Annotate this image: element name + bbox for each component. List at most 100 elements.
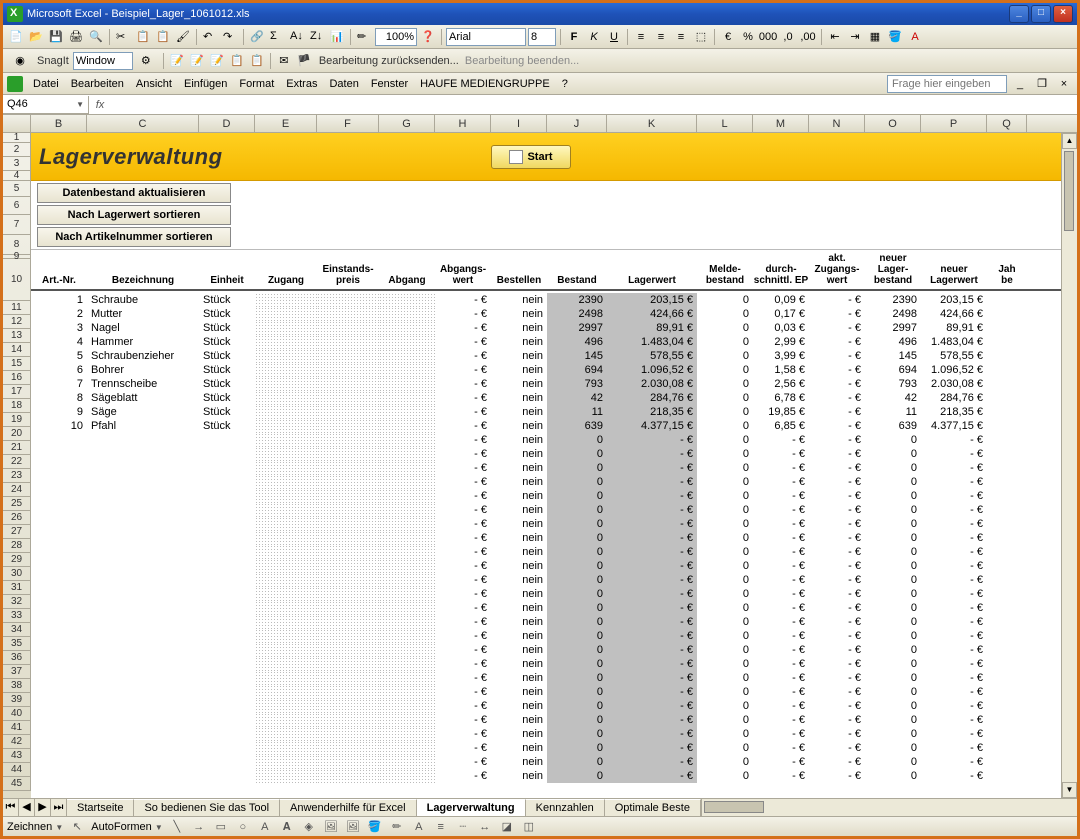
cell[interactable]: nein	[491, 587, 547, 601]
cell[interactable]	[987, 573, 1027, 587]
cell[interactable]: 203,15 €	[921, 293, 987, 307]
undo-icon[interactable]: ↶	[201, 28, 219, 46]
review-icon-2[interactable]: 📝	[188, 52, 206, 70]
review-icon-5[interactable]: 📋	[248, 52, 266, 70]
cell[interactable]: 42	[547, 391, 607, 405]
align-left-icon[interactable]: ≡	[632, 28, 650, 46]
cell[interactable]: nein	[491, 307, 547, 321]
cell[interactable]	[31, 629, 87, 643]
cell[interactable]: - €	[435, 685, 491, 699]
cell[interactable]: - €	[809, 587, 865, 601]
cell[interactable]	[199, 545, 255, 559]
oval-icon[interactable]: ○	[235, 819, 251, 835]
cell[interactable]: 0	[865, 755, 921, 769]
open-icon[interactable]: 📂	[27, 28, 45, 46]
cell[interactable]: - €	[921, 601, 987, 615]
cell[interactable]: nein	[491, 741, 547, 755]
cell[interactable]	[987, 433, 1027, 447]
cell[interactable]: - €	[607, 615, 697, 629]
cell[interactable]: - €	[809, 489, 865, 503]
cell[interactable]: 1.483,04 €	[921, 335, 987, 349]
cell[interactable]: - €	[607, 699, 697, 713]
cell[interactable]: nein	[491, 601, 547, 615]
cell[interactable]: - €	[753, 475, 809, 489]
cell[interactable]: nein	[491, 489, 547, 503]
cell[interactable]	[317, 559, 379, 573]
cell[interactable]: - €	[435, 335, 491, 349]
cell[interactable]	[87, 461, 199, 475]
cell[interactable]	[255, 699, 317, 713]
cell[interactable]: nein	[491, 559, 547, 573]
cell[interactable]	[31, 755, 87, 769]
cell[interactable]: - €	[921, 447, 987, 461]
row-header-12[interactable]: 12	[3, 315, 31, 329]
cell[interactable]	[317, 531, 379, 545]
cell[interactable]	[87, 447, 199, 461]
ask-question-input[interactable]	[887, 75, 1007, 93]
row-header-29[interactable]: 29	[3, 553, 31, 567]
cell[interactable]	[255, 755, 317, 769]
cell[interactable]: 0	[697, 461, 753, 475]
cell[interactable]: 1.096,52 €	[607, 363, 697, 377]
cell[interactable]: 0,09 €	[753, 293, 809, 307]
cell[interactable]	[31, 489, 87, 503]
cell[interactable]: - €	[809, 461, 865, 475]
cell[interactable]	[317, 755, 379, 769]
cell[interactable]: nein	[491, 321, 547, 335]
font-color-draw-icon[interactable]: A	[411, 819, 427, 835]
cell[interactable]	[255, 559, 317, 573]
cell[interactable]	[87, 601, 199, 615]
cell[interactable]	[987, 671, 1027, 685]
cell[interactable]: 639	[865, 419, 921, 433]
sheet-tab-0[interactable]: Startseite	[67, 799, 134, 816]
fx-button[interactable]: fx	[89, 99, 111, 111]
cell[interactable]	[317, 657, 379, 671]
cell[interactable]: 4	[31, 335, 87, 349]
cell[interactable]: 284,76 €	[921, 391, 987, 405]
cell[interactable]	[987, 419, 1027, 433]
sheet-tab-3[interactable]: Lagerverwaltung	[417, 799, 526, 816]
cell[interactable]: - €	[809, 321, 865, 335]
col-header-J[interactable]: J	[547, 115, 607, 132]
thousands-icon[interactable]: 000	[759, 28, 777, 46]
cell[interactable]: - €	[921, 489, 987, 503]
cell[interactable]: - €	[607, 713, 697, 727]
row-header-13[interactable]: 13	[3, 329, 31, 343]
cell[interactable]	[31, 727, 87, 741]
cell[interactable]	[379, 741, 435, 755]
cell[interactable]: 0	[697, 489, 753, 503]
cell[interactable]: 0	[547, 699, 607, 713]
cell[interactable]: 496	[865, 335, 921, 349]
cell[interactable]	[31, 587, 87, 601]
hyperlink-icon[interactable]: 🔗	[248, 28, 266, 46]
chart-icon[interactable]: 📊	[328, 28, 346, 46]
menu-?[interactable]: ?	[556, 75, 574, 93]
cell[interactable]	[87, 671, 199, 685]
cell[interactable]	[987, 629, 1027, 643]
diagram-icon[interactable]: ◈	[301, 819, 317, 835]
table-row[interactable]: 7TrennscheibeStück- €nein7932.030,08 €02…	[31, 377, 1061, 391]
cell[interactable]	[317, 489, 379, 503]
edit-end-label[interactable]: Bearbeitung beenden...	[465, 55, 579, 67]
cell[interactable]	[317, 363, 379, 377]
cell[interactable]: - €	[809, 377, 865, 391]
cell[interactable]: 0	[697, 517, 753, 531]
select-all-corner[interactable]	[3, 115, 31, 132]
textbox-icon[interactable]: A	[257, 819, 273, 835]
cell[interactable]: 694	[547, 363, 607, 377]
cell[interactable]	[987, 741, 1027, 755]
cell[interactable]: - €	[435, 559, 491, 573]
cell[interactable]	[987, 363, 1027, 377]
align-right-icon[interactable]: ≡	[672, 28, 690, 46]
row-header-11[interactable]: 11	[3, 301, 31, 315]
cell[interactable]	[317, 769, 379, 783]
cell[interactable]	[255, 489, 317, 503]
cell[interactable]	[379, 657, 435, 671]
cell[interactable]: nein	[491, 349, 547, 363]
cell[interactable]: - €	[753, 461, 809, 475]
cell[interactable]: - €	[809, 475, 865, 489]
cell[interactable]: - €	[435, 769, 491, 783]
cell[interactable]	[379, 531, 435, 545]
rectangle-icon[interactable]: ▭	[213, 819, 229, 835]
cell[interactable]: - €	[753, 727, 809, 741]
